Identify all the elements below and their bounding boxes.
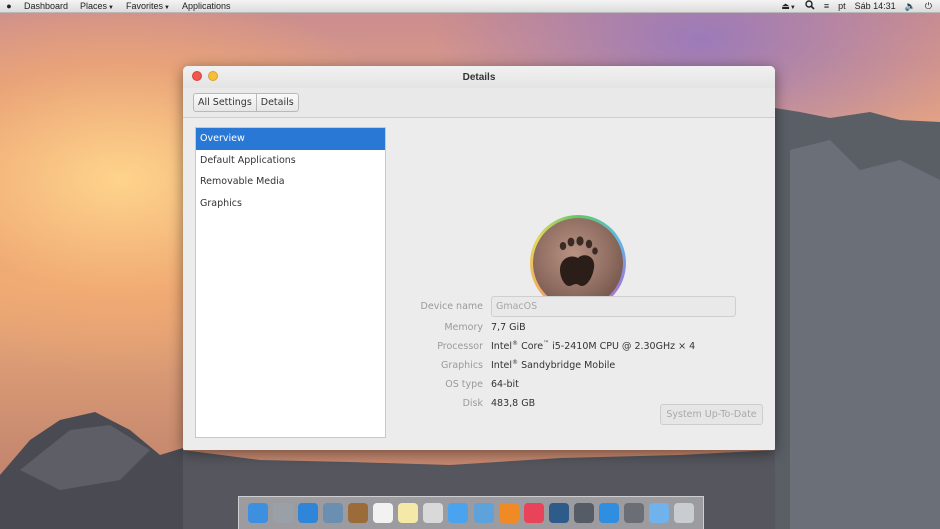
folder-icon[interactable] xyxy=(649,503,670,523)
volume-icon[interactable]: 🔈 xyxy=(905,1,916,12)
search-icon[interactable] xyxy=(805,0,815,12)
dock xyxy=(238,496,704,529)
window-toolbar: All Settings Details xyxy=(183,88,775,118)
window-title: Details xyxy=(462,71,496,83)
disk-label: Disk xyxy=(462,398,483,409)
processor-value: Intel® Core™ i5-2410M CPU @ 2.30GHz × 4 xyxy=(491,340,696,353)
apple-footprint-icon xyxy=(559,236,598,286)
menu-dashboard[interactable]: Dashboard xyxy=(18,1,74,11)
minimize-button[interactable] xyxy=(208,71,218,81)
sidebar-item-graphics[interactable]: Graphics xyxy=(196,193,385,215)
close-button[interactable] xyxy=(192,71,202,81)
system-preferences-icon[interactable] xyxy=(624,503,645,523)
mail-icon[interactable] xyxy=(473,503,494,523)
details-window: Details All Settings Details Overview De… xyxy=(183,66,775,450)
apple-menu-icon[interactable]: ● xyxy=(0,1,18,11)
os-type-label: OS type xyxy=(445,379,483,390)
system-details: Device name GmacOS Memory 7,7 GiB Proces… xyxy=(413,294,753,413)
disk-value: 483,8 GB xyxy=(491,398,536,409)
calendar-icon[interactable] xyxy=(373,503,394,523)
safari-icon[interactable] xyxy=(297,503,318,523)
menu-favorites[interactable]: Favorites▼ xyxy=(120,1,176,11)
stickies-icon[interactable] xyxy=(398,503,419,523)
breadcrumb: All Settings Details xyxy=(193,93,299,112)
os-type-value: 64-bit xyxy=(491,379,519,390)
trash-icon[interactable] xyxy=(674,503,695,523)
window-titlebar[interactable]: Details xyxy=(183,66,775,88)
sidebar-item-default-applications[interactable]: Default Applications xyxy=(196,150,385,172)
device-name-field[interactable]: GmacOS xyxy=(491,295,736,317)
device-name-label: Device name xyxy=(420,300,483,312)
top-menu-bar: ● Dashboard Places▼ Favorites▼ Applicati… xyxy=(0,0,940,13)
notes-book-icon[interactable] xyxy=(347,503,368,523)
status-area: ⏏▼ ≡ pt Sáb 14:31 🔈 ⏻ xyxy=(781,0,940,12)
memory-value: 7,7 GiB xyxy=(491,322,526,333)
processor-label: Processor xyxy=(437,341,483,352)
menu-applications[interactable]: Applications xyxy=(176,1,237,11)
sidebar-item-overview[interactable]: Overview xyxy=(196,128,385,150)
breadcrumb-details[interactable]: Details xyxy=(255,94,298,111)
clock[interactable]: Sáb 14:31 xyxy=(855,1,896,11)
messages-icon[interactable] xyxy=(448,503,469,523)
ibooks-icon[interactable] xyxy=(498,503,519,523)
eject-icon[interactable]: ⏏▼ xyxy=(781,1,795,12)
system-update-button[interactable]: System Up-To-Date xyxy=(660,404,763,425)
sidebar-item-removable-media[interactable]: Removable Media xyxy=(196,171,385,193)
graphics-label: Graphics xyxy=(441,360,483,371)
textedit-icon[interactable] xyxy=(423,503,444,523)
window-content: Overview Default Applications Removable … xyxy=(183,118,775,450)
preview-icon[interactable] xyxy=(322,503,343,523)
graphics-value: Intel® Sandybridge Mobile xyxy=(491,359,616,372)
breadcrumb-all-settings[interactable]: All Settings xyxy=(194,94,256,111)
finder-icon[interactable] xyxy=(247,503,268,523)
itunes-icon[interactable] xyxy=(523,503,544,523)
power-icon[interactable]: ⏻ xyxy=(925,1,932,12)
menu-places[interactable]: Places▼ xyxy=(74,1,120,11)
list-menu-icon[interactable]: ≡ xyxy=(824,1,829,11)
time-machine-icon[interactable] xyxy=(573,503,594,523)
app-store-icon[interactable] xyxy=(599,503,620,523)
sidebar-list: Overview Default Applications Removable … xyxy=(195,127,386,438)
memory-label: Memory xyxy=(444,322,483,333)
language-indicator[interactable]: pt xyxy=(838,1,846,11)
launchpad-icon[interactable] xyxy=(272,503,293,523)
quicktime-icon[interactable] xyxy=(548,503,569,523)
